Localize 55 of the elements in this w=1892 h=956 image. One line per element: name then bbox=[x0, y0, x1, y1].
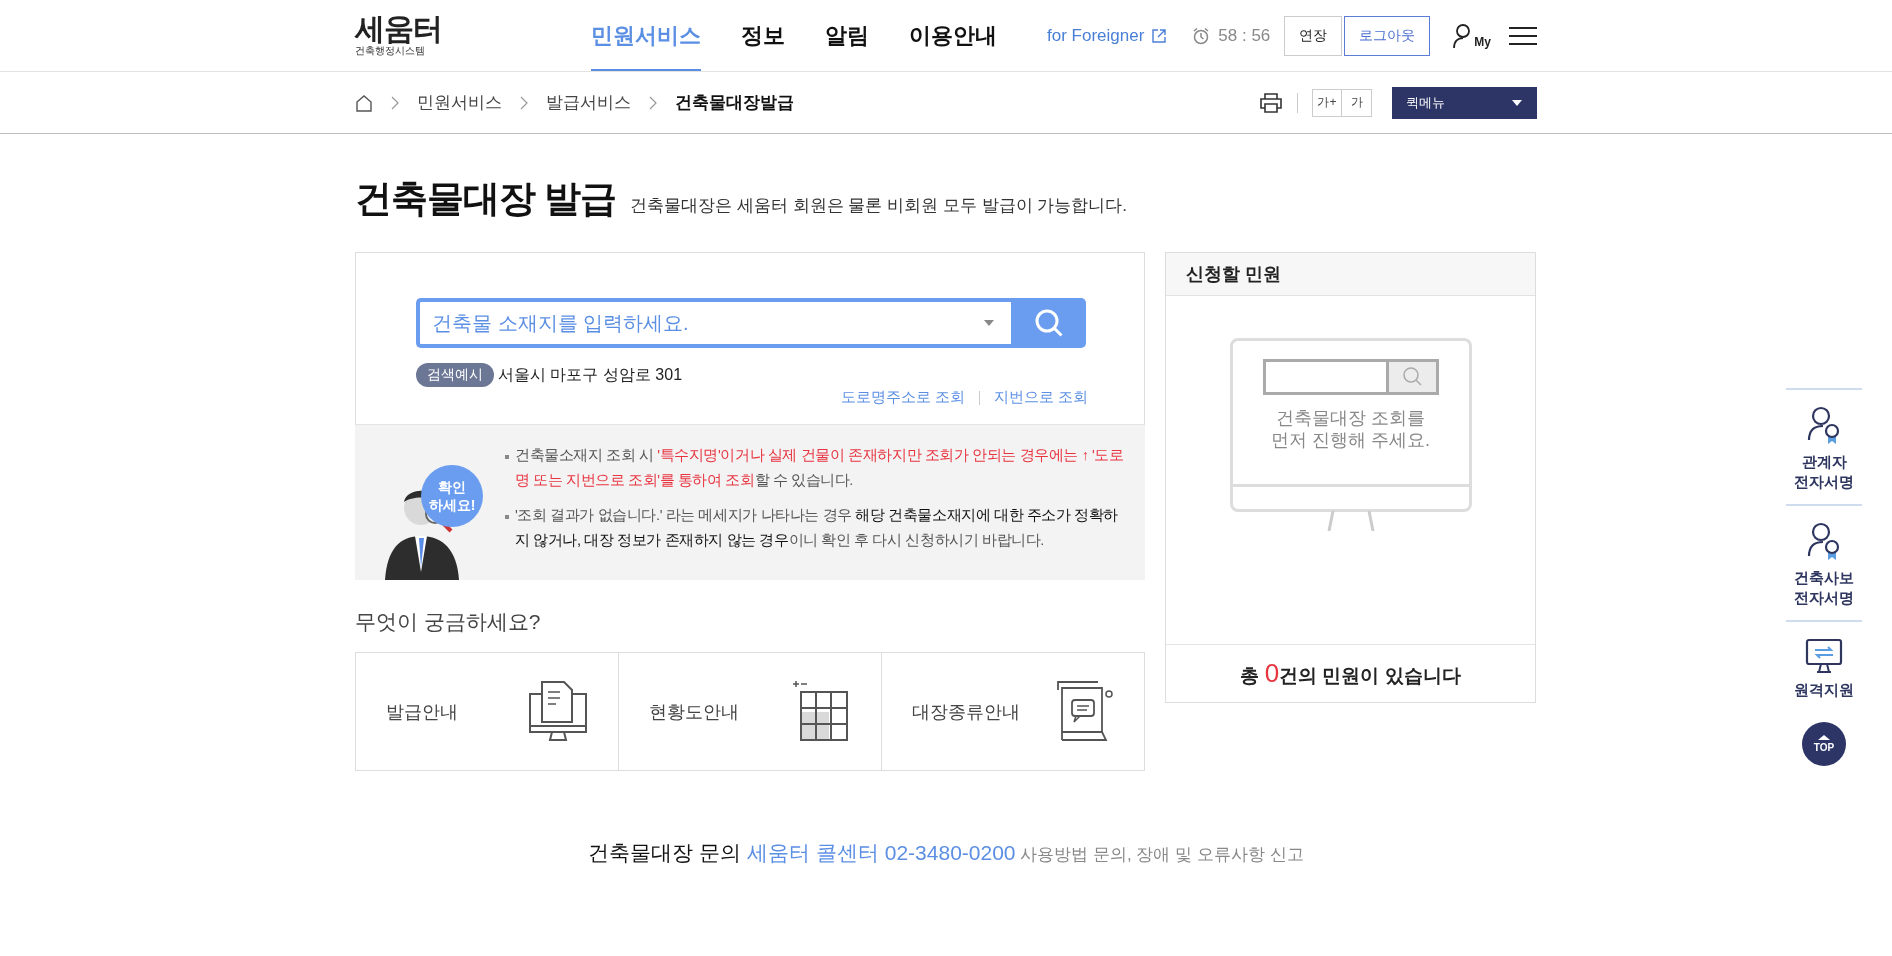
faq-card[interactable]: 대장종류안내 bbox=[881, 653, 1144, 770]
nav-tab[interactable]: 정보 bbox=[741, 0, 785, 71]
request-count: 총 0건의 민원이 있습니다 bbox=[1240, 658, 1461, 689]
example-badge: 검색예시 bbox=[416, 363, 494, 387]
menu-icon[interactable] bbox=[1509, 25, 1537, 46]
notice-text: 건축물소재지 조회 시 '특수지명'이거나 실제 건물이 존재하지만 조회가 안되는 경우에는 ↑ '도로명 또는 지번으로 조회'를 통하여 조회 할 수 있습니다. bbox=[515, 446, 1125, 490]
monitor-document-icon bbox=[528, 679, 588, 744]
chevron-icon bbox=[391, 95, 399, 110]
notice-text: '조회 결과가 없습니다.' 라는 메세지가 나타나는 경우 해당 건축물소재지에 대한 주소가 정확하지 않거나, 대장 정보가 존재하지 않는 경우이니 확인 후 다시 신청하시기 바랍니다. bbox=[515, 506, 1120, 550]
logo[interactable]: 세움터 건축행정시스템 bbox=[355, 13, 591, 58]
check-badge: 확인 하세요! bbox=[421, 465, 483, 527]
address-search-field[interactable]: 건축물 소재지를 입력하세요. bbox=[416, 298, 1011, 348]
session-timer: 58 : 56 bbox=[1218, 25, 1271, 46]
breadcrumb-item[interactable]: 민원서비스 bbox=[417, 91, 502, 114]
side-menu-item[interactable]: 관계자 전자서명 bbox=[1786, 388, 1862, 504]
extend-button[interactable]: 연장 bbox=[1284, 15, 1343, 56]
faq-heading: 무엇이 궁금하세요? bbox=[355, 609, 542, 635]
font-increase-button[interactable]: 가+ bbox=[1312, 88, 1342, 117]
caret-icon bbox=[1511, 98, 1523, 107]
page-subtitle: 건축물대장은 세움터 회원은 물론 비회원 모두 발급이 가능합니다. bbox=[630, 195, 1128, 217]
home-icon[interactable] bbox=[355, 93, 373, 112]
external-link-icon bbox=[1152, 28, 1167, 43]
caret-up-icon bbox=[1818, 735, 1830, 740]
faq-card[interactable]: 현황도안내 bbox=[618, 653, 881, 770]
nav-tab[interactable]: 이용안내 bbox=[909, 0, 997, 71]
search-button[interactable] bbox=[1011, 298, 1086, 348]
document-chat-icon bbox=[1054, 679, 1114, 744]
panel-title: 신청할 민원 bbox=[1186, 263, 1281, 286]
monitor-arrows-icon bbox=[1805, 638, 1843, 674]
nav-tab[interactable]: 알림 bbox=[825, 0, 869, 71]
scroll-top-button[interactable]: TOP bbox=[1802, 722, 1846, 766]
person-ribbon-icon bbox=[1807, 406, 1841, 446]
side-menu-item[interactable]: 원격지원 bbox=[1786, 620, 1862, 712]
faq-card[interactable]: 발급안내 bbox=[356, 653, 618, 770]
font-decrease-button[interactable]: 가 bbox=[1342, 88, 1372, 117]
breadcrumb-item[interactable]: 건축물대장발급 bbox=[675, 91, 794, 114]
side-menu-item[interactable]: 건축사보 전자서명 bbox=[1786, 504, 1862, 620]
my-page-button[interactable]: My bbox=[1452, 22, 1491, 49]
grid-plan-icon bbox=[791, 679, 851, 744]
contact-info: 건축물대장 문의 세움터 콜센터 02-3480-0200 사용방법 문의, 장애 및 오류사항 신고 bbox=[587, 840, 1305, 866]
chevron-icon bbox=[649, 95, 657, 110]
monitor-stand-icon bbox=[1326, 511, 1375, 531]
logout-button[interactable]: 로그아웃 bbox=[1344, 15, 1431, 56]
breadcrumb-item[interactable]: 발급서비스 bbox=[546, 91, 631, 114]
alarm-clock-icon bbox=[1192, 26, 1211, 45]
empty-message: 건축물대장 조회를 먼저 진행해 주세요. bbox=[1271, 407, 1430, 451]
print-icon[interactable] bbox=[1259, 91, 1283, 114]
person-ribbon-icon bbox=[1807, 522, 1841, 562]
quick-menu-dropdown[interactable]: 퀵메뉴 bbox=[1392, 86, 1537, 119]
caret-icon[interactable] bbox=[983, 319, 995, 327]
foreigner-link[interactable]: for Foreigner bbox=[1047, 25, 1145, 46]
chevron-icon bbox=[520, 95, 528, 110]
page-title: 건축물대장 발급 bbox=[355, 177, 617, 221]
example-address: 서울시 마포구 성암로 301 bbox=[498, 364, 683, 385]
search-icon bbox=[1033, 308, 1064, 338]
